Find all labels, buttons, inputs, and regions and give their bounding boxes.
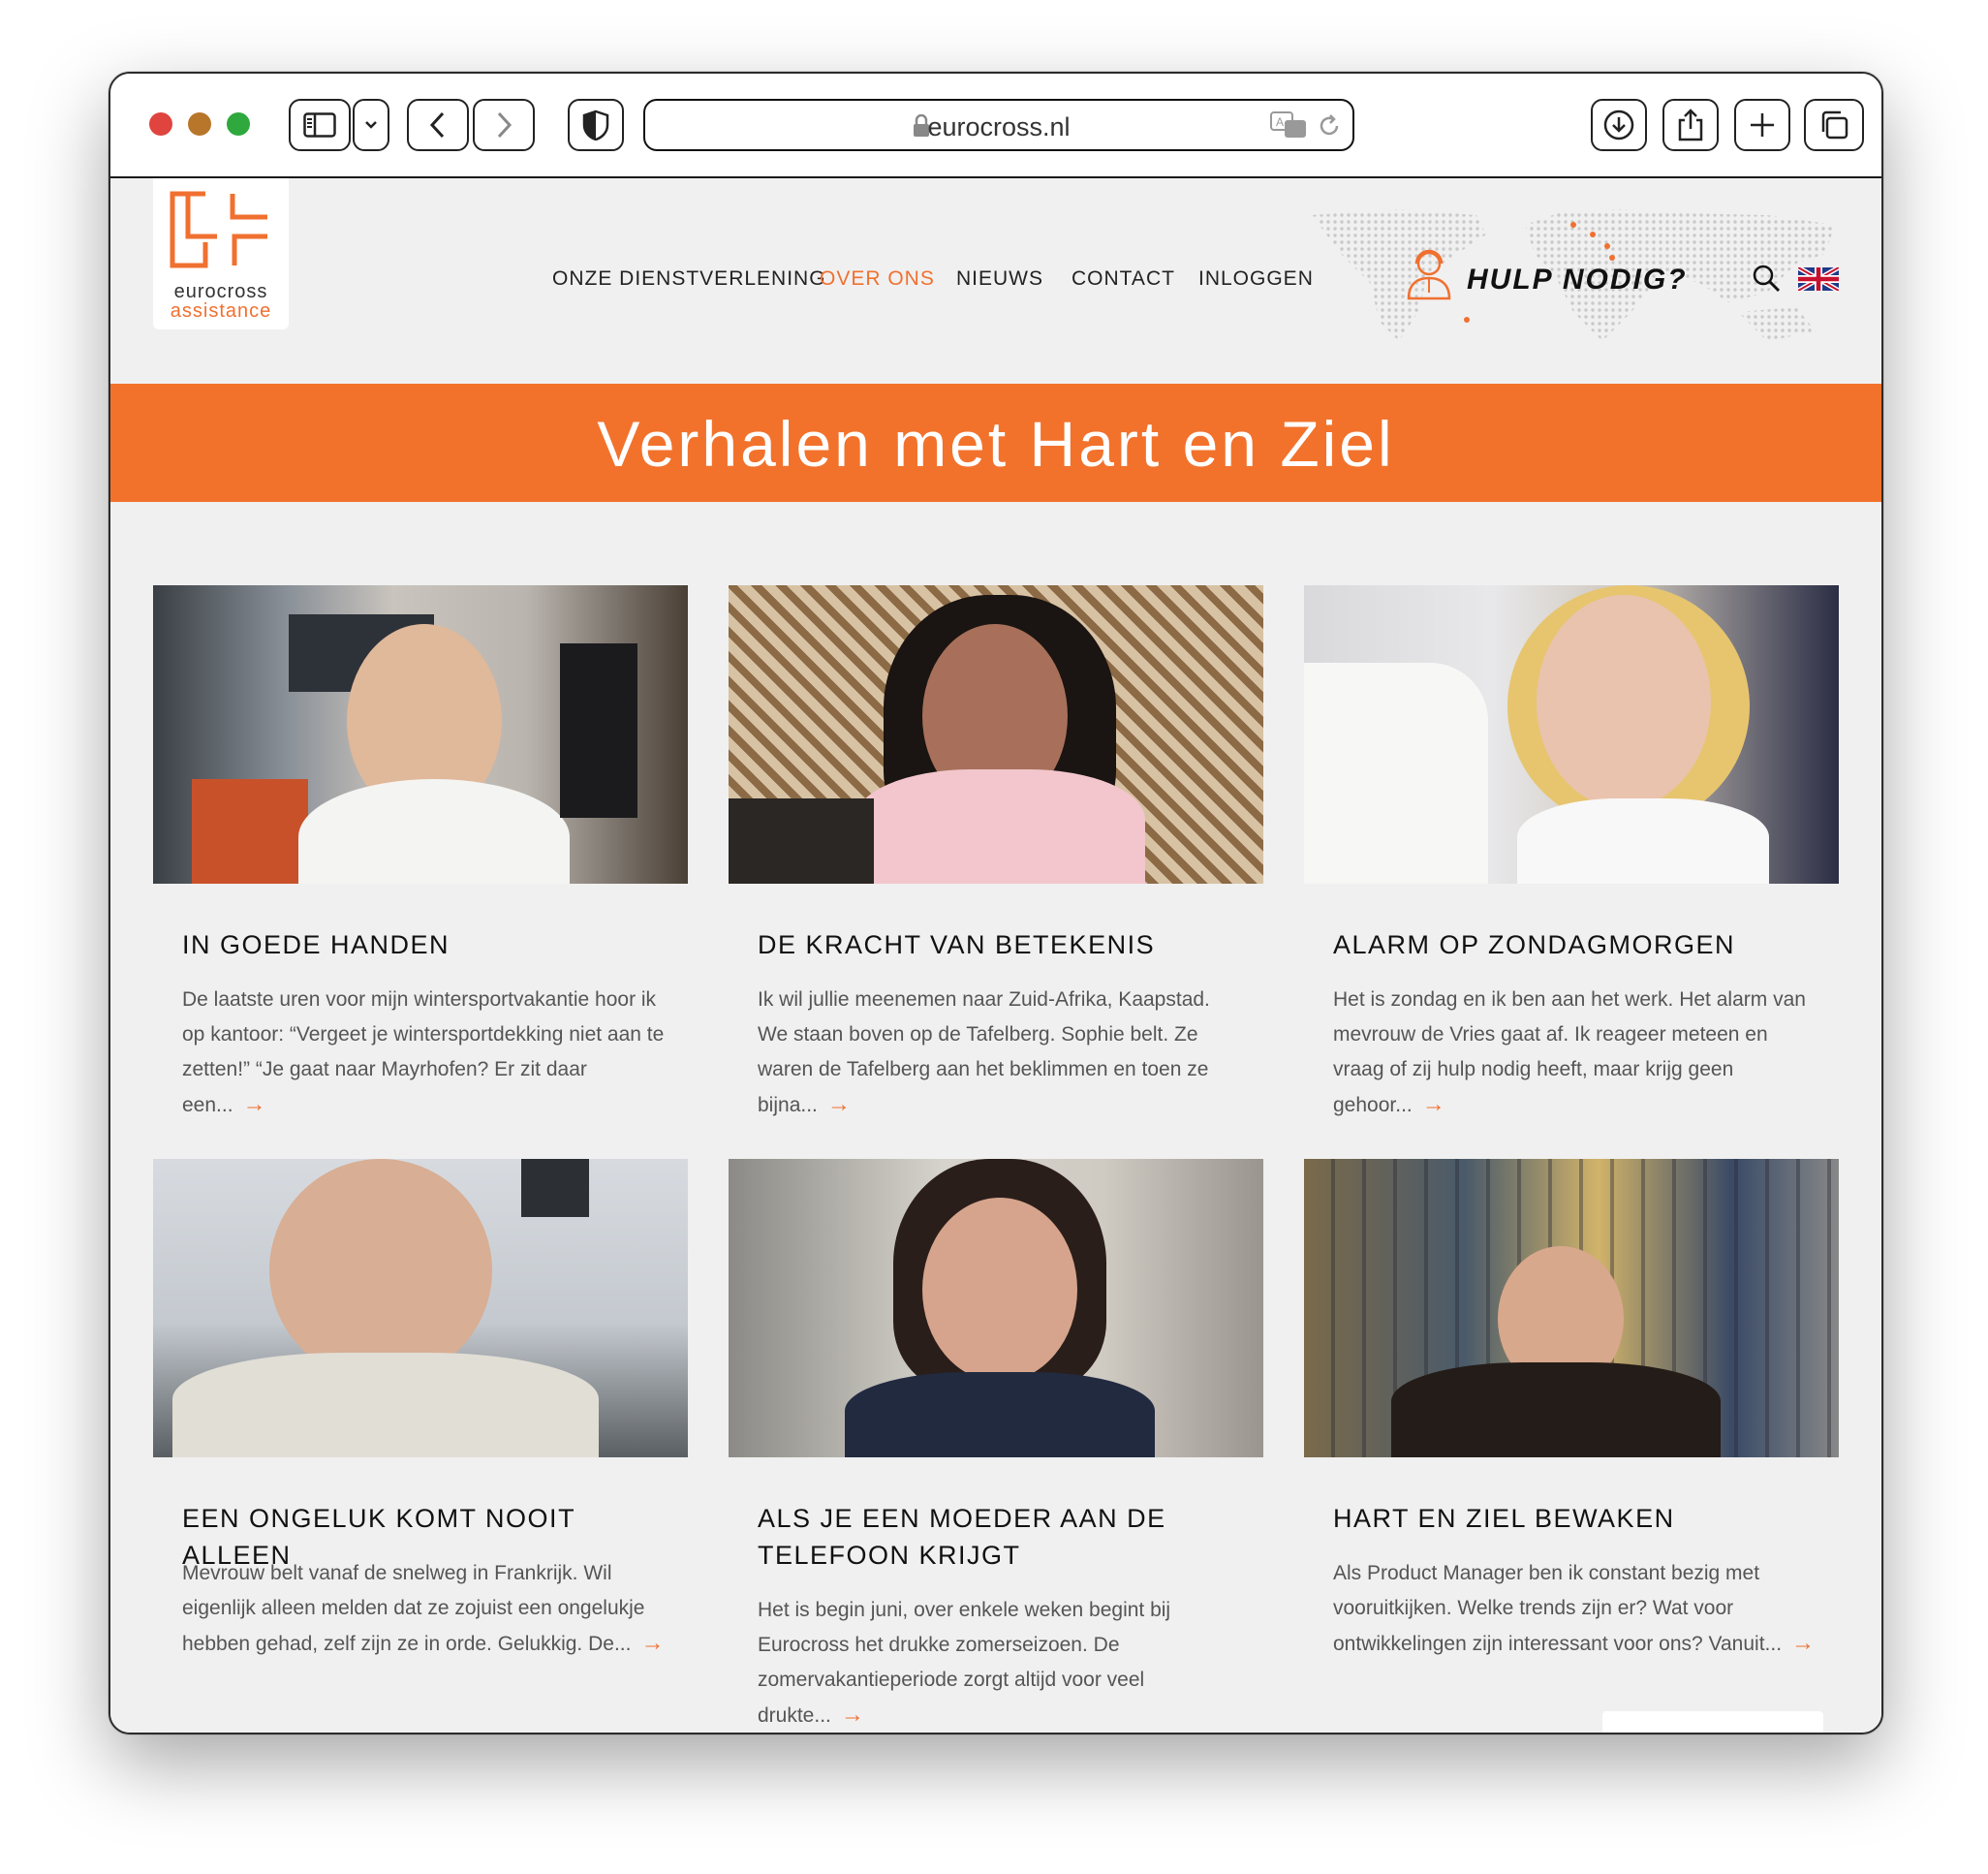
- browser-window: eurocross.nl A eurocross assistance ONZE…: [109, 72, 1883, 1734]
- story-excerpt-text: Het is zondag en ik ben aan het werk. He…: [1333, 988, 1806, 1116]
- story-card[interactable]: HART EN ZIEL BEWAKEN Als Product Manager…: [1304, 1159, 1839, 1702]
- zoom-window-button[interactable]: [227, 112, 250, 136]
- download-icon: [1603, 109, 1634, 141]
- nav-item-nieuws[interactable]: NIEUWS: [956, 267, 1043, 291]
- back-icon: [429, 111, 445, 139]
- uk-flag-icon[interactable]: [1798, 267, 1839, 291]
- nav-item-contact[interactable]: CONTACT: [1072, 267, 1175, 291]
- nav-item-over-ons[interactable]: OVER ONS: [820, 267, 935, 291]
- story-title[interactable]: ALS JE EEN MOEDER AAN DE TELEFOON KRIJGT: [758, 1500, 1242, 1574]
- story-excerpt-text: Ik wil jullie meenemen naar Zuid-Afrika,…: [758, 988, 1210, 1116]
- eurocross-logo[interactable]: eurocross assistance: [153, 178, 289, 329]
- back-button[interactable]: [407, 99, 469, 151]
- story-excerpt-text: Het is begin juni, over enkele weken beg…: [758, 1599, 1171, 1727]
- tab-overview-button[interactable]: [1804, 99, 1864, 151]
- arrow-right-icon[interactable]: →: [243, 1091, 266, 1117]
- story-excerpt: Het is zondag en ik ben aan het werk. He…: [1333, 983, 1817, 1123]
- new-tab-button[interactable]: [1734, 99, 1790, 151]
- privacy-report-button[interactable]: [568, 99, 624, 151]
- reload-icon[interactable]: [1316, 112, 1343, 140]
- tabs-icon: [1821, 110, 1848, 140]
- story-excerpt: De laatste uren voor mijn wintersportvak…: [182, 983, 667, 1123]
- svg-text:A: A: [1276, 115, 1284, 129]
- page-title: Verhalen met Hart en Ziel: [597, 408, 1395, 480]
- story-title[interactable]: IN GOEDE HANDEN: [182, 926, 667, 963]
- story-excerpt-text: Als Product Manager ben ik constant bezi…: [1333, 1562, 1783, 1655]
- logo-text-secondary: assistance: [170, 300, 272, 322]
- nav-item-inloggen[interactable]: INLOGGEN: [1198, 267, 1314, 291]
- arrow-right-icon[interactable]: →: [1422, 1091, 1445, 1117]
- minimize-window-button[interactable]: [188, 112, 211, 136]
- page-banner: Verhalen met Hart en Ziel: [110, 384, 1881, 502]
- story-title[interactable]: ALARM OP ZONDAGMORGEN: [1333, 926, 1817, 963]
- story-image[interactable]: [153, 585, 688, 884]
- arrow-right-icon[interactable]: →: [827, 1091, 851, 1117]
- plus-icon: [1751, 113, 1774, 137]
- chevron-down-icon: [365, 121, 377, 129]
- story-card[interactable]: ALARM OP ZONDAGMORGEN Het is zondag en i…: [1304, 585, 1839, 1117]
- share-icon: [1678, 109, 1703, 141]
- arrow-right-icon[interactable]: →: [1791, 1630, 1815, 1656]
- arrow-right-icon[interactable]: →: [640, 1630, 664, 1656]
- story-image[interactable]: [1304, 585, 1839, 884]
- arrow-right-icon[interactable]: →: [841, 1702, 864, 1728]
- sidebar-menu-button[interactable]: [353, 99, 389, 151]
- search-icon[interactable]: [1752, 264, 1781, 293]
- story-excerpt-text: Mevrouw belt vanaf de snelweg in Frankri…: [182, 1562, 645, 1655]
- story-card[interactable]: EEN ONGELUK KOMT NOOIT ALLEEN Mevrouw be…: [153, 1159, 688, 1702]
- story-card[interactable]: ALS JE EEN MOEDER AAN DE TELEFOON KRIJGT…: [729, 1159, 1263, 1728]
- story-card[interactable]: DE KRACHT VAN BETEKENIS Ik wil jullie me…: [729, 585, 1263, 1117]
- story-card[interactable]: IN GOEDE HANDEN De laatste uren voor mij…: [153, 585, 688, 1117]
- translate-icon[interactable]: A: [1269, 110, 1308, 140]
- story-excerpt: Mevrouw belt vanaf de snelweg in Frankri…: [182, 1556, 667, 1662]
- downloads-button[interactable]: [1591, 99, 1647, 151]
- sidebar-icon: [303, 112, 336, 138]
- story-image[interactable]: [729, 1159, 1263, 1457]
- cookie-widget-tab[interactable]: [1602, 1711, 1823, 1733]
- forward-icon: [497, 111, 513, 139]
- shield-icon: [582, 109, 609, 141]
- story-image[interactable]: [153, 1159, 688, 1457]
- browser-toolbar: eurocross.nl A: [110, 74, 1881, 178]
- address-bar[interactable]: eurocross.nl A: [643, 99, 1354, 151]
- story-image[interactable]: [729, 585, 1263, 884]
- story-excerpt: Als Product Manager ben ik constant bezi…: [1333, 1556, 1817, 1662]
- web-page: eurocross assistance ONZE DIENSTVERLENIN…: [110, 178, 1881, 1733]
- agent-icon[interactable]: [1405, 246, 1453, 300]
- eurocross-logo-mark: [170, 191, 267, 268]
- story-excerpt: Het is begin juni, over enkele weken beg…: [758, 1593, 1242, 1733]
- forward-button[interactable]: [473, 99, 535, 151]
- story-title[interactable]: DE KRACHT VAN BETEKENIS: [758, 926, 1242, 963]
- story-image[interactable]: [1304, 1159, 1839, 1457]
- story-title[interactable]: HART EN ZIEL BEWAKEN: [1333, 1500, 1817, 1537]
- story-excerpt: Ik wil jullie meenemen naar Zuid-Afrika,…: [758, 983, 1242, 1123]
- close-window-button[interactable]: [149, 112, 172, 136]
- sidebar-toggle-button[interactable]: [289, 99, 351, 151]
- url-text: eurocross.nl: [927, 112, 1071, 141]
- help-link[interactable]: HULP NODIG?: [1467, 264, 1688, 297]
- share-button[interactable]: [1662, 99, 1719, 151]
- nav-item-onze-dienstverlening[interactable]: ONZE DIENSTVERLENING: [552, 267, 826, 291]
